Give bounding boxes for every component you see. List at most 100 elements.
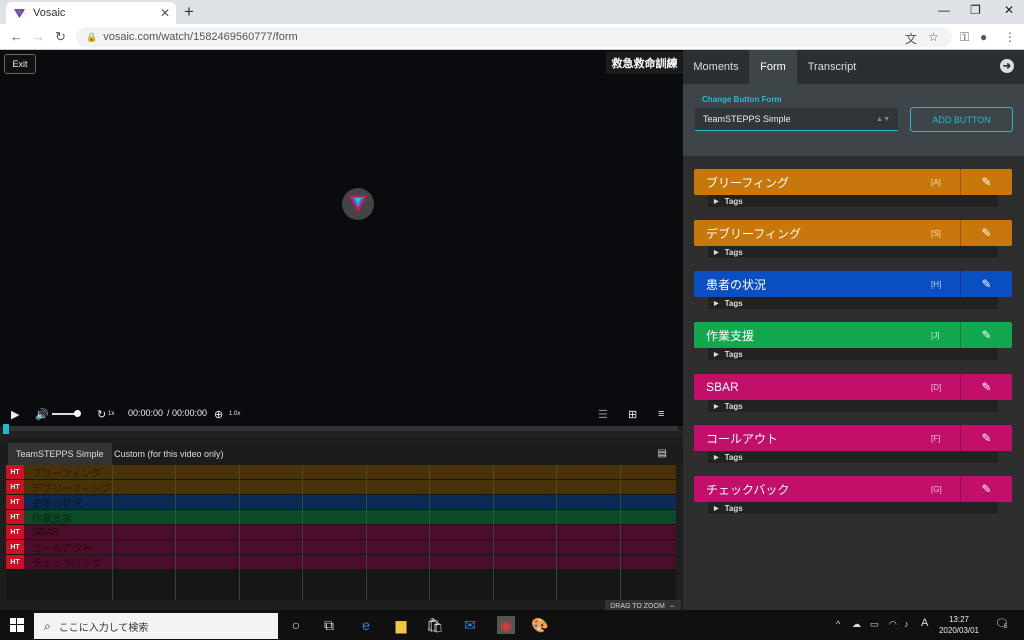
timeline-row[interactable]: HT SBAR [6, 525, 676, 539]
address-bar[interactable]: 🔒 vosaic.com/watch/1582469560777/form [76, 27, 952, 47]
paint-icon[interactable]: 🎨 [531, 616, 549, 634]
edge-icon[interactable]: e [357, 616, 375, 634]
playhead[interactable] [3, 424, 9, 434]
close-window-icon[interactable]: ✕ [1004, 3, 1014, 17]
add-button[interactable]: ADD BUTTON [910, 107, 1013, 132]
form-button-shortcut: [J] [931, 330, 940, 340]
timeline-body[interactable]: HT ブリーフィング HT デブリーフィング HT 患者の状況 HT 作業支援 … [6, 465, 676, 600]
timeline-row[interactable]: HT チェックバック [6, 555, 676, 570]
exit-button[interactable]: Exit [4, 54, 36, 74]
forward-icon[interactable]: → [32, 29, 45, 44]
tags-toggle[interactable]: ▶ Tags [708, 297, 998, 309]
windows-start-icon[interactable] [10, 618, 24, 632]
form-button-label: コールアウト [706, 431, 779, 446]
tab-form[interactable]: Form [749, 50, 797, 84]
form-select[interactable]: TeamSTEPPS Simple ▲▼ [695, 108, 898, 131]
list-view-icon[interactable]: ☰ [598, 408, 608, 421]
tab-transcript[interactable]: Transcript [797, 50, 867, 84]
restore-icon[interactable]: ❐ [970, 3, 981, 17]
new-tab-button[interactable]: + [184, 2, 194, 22]
form-button-debriefing[interactable]: デブリーフィング [S] ✎ [694, 220, 1012, 246]
tags-label: Tags [724, 247, 743, 257]
tray-chevron-icon[interactable]: ^ [836, 619, 840, 629]
edit-pencil-icon[interactable]: ✎ [960, 476, 1012, 502]
ht-badge: HT [6, 540, 24, 554]
form-button-checkback[interactable]: チェックバック [G] ✎ [694, 476, 1012, 502]
onedrive-icon[interactable]: ☁ [852, 619, 861, 630]
timeline-row-label: チェックバック [32, 558, 102, 570]
timeline-toggle-icon[interactable]: ≡ [658, 408, 664, 420]
form-button-patient-status[interactable]: 患者の状況 [H] ✎ [694, 271, 1012, 297]
file-explorer-icon[interactable]: ▆ [392, 616, 410, 634]
tags-toggle[interactable]: ▶ Tags [708, 246, 998, 258]
form-select-value: TeamSTEPPS Simple [703, 114, 791, 124]
battery-icon[interactable]: ▭ [870, 619, 879, 630]
total-time: 00:00:00 [172, 408, 208, 418]
taskbar-search[interactable]: ⌕ ここに入力して検索 [34, 613, 278, 639]
search-icon: ⌕ [44, 618, 51, 633]
reload-icon[interactable]: ↻ [55, 29, 66, 45]
zoom-icon[interactable]: ⊕ [214, 408, 223, 421]
store-icon[interactable]: 🛍 [426, 616, 444, 634]
timeline-row[interactable]: HT ブリーフィング [6, 465, 676, 480]
key-icon[interactable]: ⚿ [960, 30, 969, 45]
tags-toggle[interactable]: ▶ Tags [708, 195, 998, 207]
edit-pencil-icon[interactable]: ✎ [960, 271, 1012, 297]
collapse-panel-icon[interactable]: ➜ [1000, 59, 1014, 73]
back-icon[interactable]: ← [10, 29, 23, 44]
edit-pencil-icon[interactable]: ✎ [960, 220, 1012, 246]
form-button-task-support[interactable]: 作業支援 [J] ✎ [694, 322, 1012, 348]
expand-triangle-icon: ▶ [714, 249, 719, 256]
tags-toggle[interactable]: ▶ Tags [708, 348, 998, 360]
tags-toggle[interactable]: ▶ Tags [708, 451, 998, 463]
profile-icon[interactable]: ● [980, 30, 987, 44]
timeline-row[interactable]: HT コールアウト [6, 540, 676, 555]
browser-tab-title: Vosaic [33, 7, 66, 19]
tab-teamstepps-simple[interactable]: TeamSTEPPS Simple [8, 443, 112, 465]
edit-pencil-icon[interactable]: ✎ [960, 425, 1012, 451]
speaker-icon[interactable]: ♪ [904, 619, 909, 629]
tab-custom[interactable]: Custom (for this video only) [106, 443, 232, 465]
bookmark-star-icon[interactable]: ☆ [928, 30, 939, 44]
form-button-shortcut: [D] [931, 382, 942, 392]
tags-label: Tags [724, 349, 743, 359]
speed-icon[interactable]: ↻ [97, 408, 106, 421]
form-button-sbar[interactable]: SBAR [D] ✎ [694, 374, 1012, 400]
minimize-icon[interactable]: — [938, 3, 950, 17]
volume-icon[interactable]: 🔊 [35, 408, 49, 421]
timeline-row[interactable]: HT 作業支援 [6, 510, 676, 525]
form-button-callout[interactable]: コールアウト [F] ✎ [694, 425, 1012, 451]
edit-pencil-icon[interactable]: ✎ [960, 169, 1012, 195]
taskbar-clock[interactable]: 13:27 2020/03/01 [936, 614, 982, 636]
video-player[interactable] [0, 50, 683, 420]
taskbar-search-placeholder: ここに入力して検索 [58, 622, 149, 634]
tab-moments[interactable]: Moments [683, 50, 749, 84]
wifi-icon[interactable]: ◠ [889, 619, 897, 630]
task-view-icon[interactable]: ⧉ [320, 616, 338, 634]
tags-label: Tags [724, 298, 743, 308]
browser-tab[interactable]: Vosaic ✕ [6, 2, 176, 24]
translate-icon[interactable]: 文 [905, 30, 917, 47]
close-tab-icon[interactable]: ✕ [160, 6, 170, 20]
form-button-briefing[interactable]: ブリーフィング [A] ✎ [694, 169, 1012, 195]
ime-indicator[interactable]: A [921, 617, 928, 629]
layers-icon[interactable]: ▤ [658, 448, 667, 459]
menu-icon[interactable]: ⋮ [1004, 30, 1016, 44]
cortana-icon[interactable]: ○ [287, 616, 305, 634]
tags-toggle[interactable]: ▶ Tags [708, 502, 998, 514]
timeline-row-label: SBAR [32, 526, 60, 538]
edit-pencil-icon[interactable]: ✎ [960, 322, 1012, 348]
chrome-icon[interactable]: ◉ [497, 616, 515, 634]
timeline-row[interactable]: HT デブリーフィング [6, 480, 676, 495]
timeline-gridline [175, 465, 176, 600]
timeline-row[interactable]: HT 患者の状況 [6, 495, 676, 510]
scrub-bar[interactable] [6, 426, 678, 431]
mail-icon[interactable]: ✉ [461, 616, 479, 634]
tags-toggle[interactable]: ▶ Tags [708, 400, 998, 412]
timeline-row-label: デブリーフィング [32, 483, 112, 495]
play-icon[interactable]: ▶ [11, 408, 19, 421]
add-comment-icon[interactable]: ⊞ [628, 408, 637, 421]
edit-pencil-icon[interactable]: ✎ [960, 374, 1012, 400]
volume-handle[interactable] [74, 410, 81, 417]
form-button-label: SBAR [706, 380, 739, 394]
